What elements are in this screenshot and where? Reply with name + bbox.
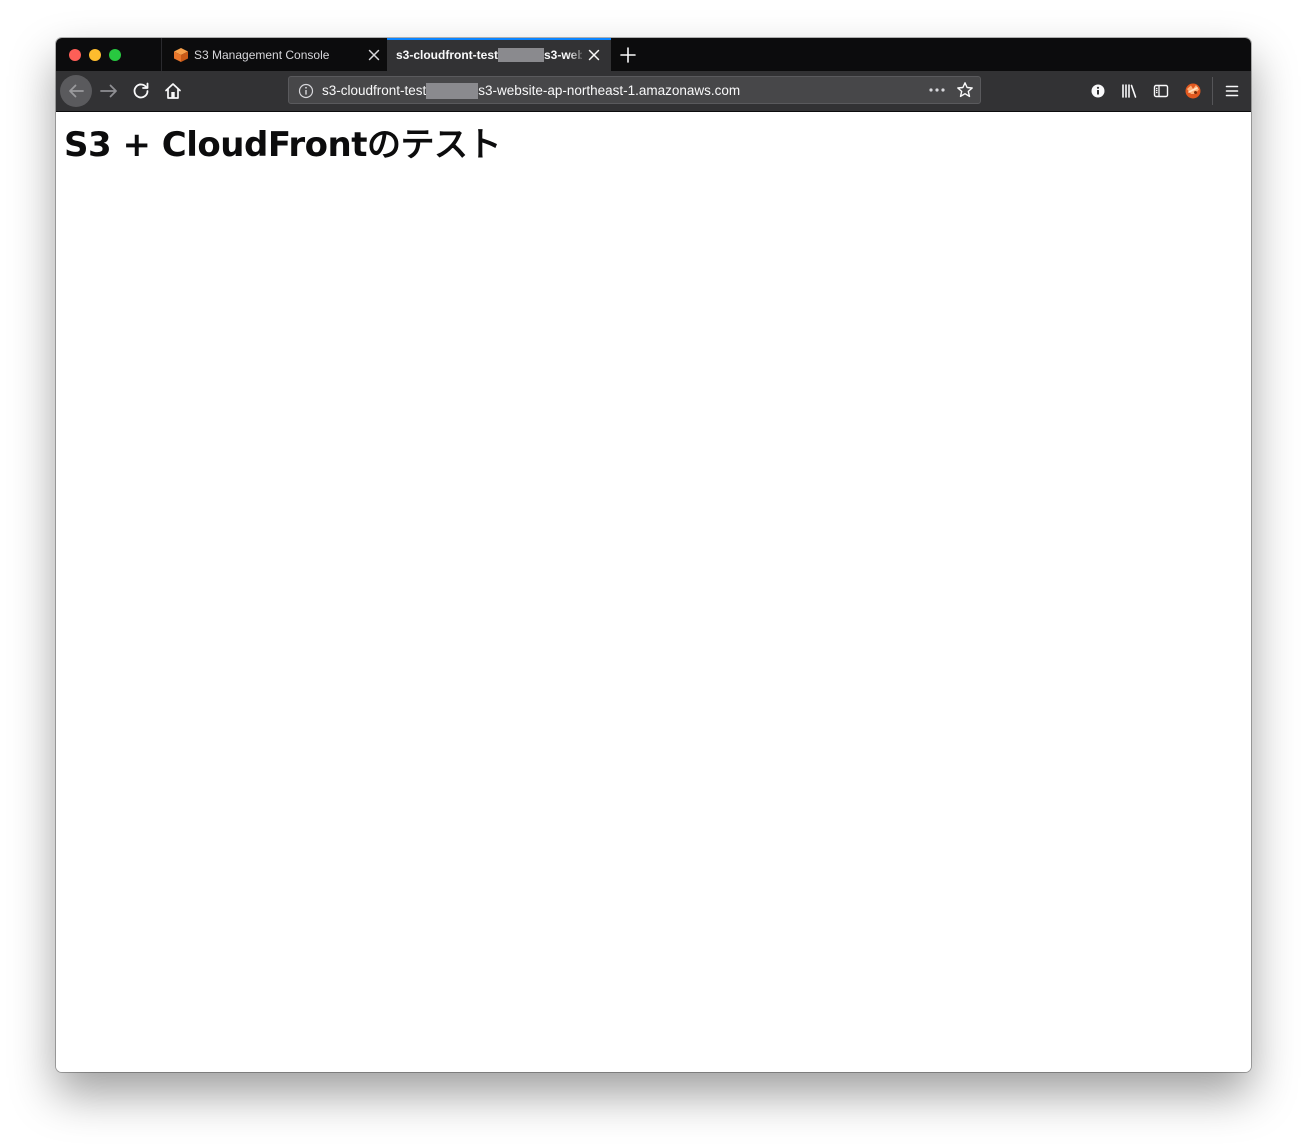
window-zoom-button[interactable] xyxy=(109,49,121,61)
library-button[interactable] xyxy=(1115,77,1143,105)
tab-s3-website[interactable]: s3-cloudfront-test s3-webs xyxy=(387,38,611,71)
new-tab-plus-icon[interactable] xyxy=(618,45,638,65)
page-content: S3 + CloudFrontのテスト xyxy=(56,112,1251,1072)
page-actions-ellipsis-icon[interactable] xyxy=(927,82,947,103)
home-button[interactable] xyxy=(159,77,187,105)
aws-cube-icon xyxy=(173,47,189,63)
browser-window: S3 Management Console s3-cloudfront-test… xyxy=(56,38,1251,1072)
redacted-block xyxy=(426,83,479,99)
window-minimize-button[interactable] xyxy=(89,49,101,61)
address-bar[interactable]: s3-cloudfront-test s3-website-ap-northeas… xyxy=(288,76,981,104)
bookmark-star-icon[interactable] xyxy=(956,81,974,104)
extension-info-button[interactable] xyxy=(1084,77,1112,105)
close-icon[interactable] xyxy=(366,47,382,63)
page-heading: S3 + CloudFrontのテスト xyxy=(64,125,501,165)
fox-extension-icon xyxy=(1185,83,1201,99)
tab-title-start: s3-cloudfront-test xyxy=(396,48,498,62)
back-arrow-icon xyxy=(69,84,84,98)
back-button[interactable] xyxy=(60,75,92,107)
info-badge-icon xyxy=(1091,84,1105,98)
sidebar-icon xyxy=(1153,84,1169,98)
url-start: s3-cloudfront-test xyxy=(322,83,427,98)
navigation-toolbar: s3-cloudfront-test s3-website-ap-northeas… xyxy=(56,71,1251,112)
close-icon[interactable] xyxy=(586,47,602,63)
sidebar-toggle-button[interactable] xyxy=(1147,77,1175,105)
tab-title-end: s3-webs xyxy=(544,48,582,62)
forward-arrow-icon xyxy=(100,84,117,98)
reload-icon xyxy=(133,82,149,99)
tab-strip: S3 Management Console s3-cloudfront-test… xyxy=(56,38,1251,71)
menu-button[interactable] xyxy=(1218,77,1246,105)
extension-button[interactable] xyxy=(1179,77,1207,105)
forward-button[interactable] xyxy=(95,77,123,105)
window-close-button[interactable] xyxy=(69,49,81,61)
tab-s3-management-console[interactable]: S3 Management Console xyxy=(162,38,386,71)
home-icon xyxy=(165,83,181,99)
tab-title: S3 Management Console xyxy=(194,48,330,62)
url-text[interactable]: s3-cloudfront-test s3-website-ap-northeas… xyxy=(322,83,740,99)
toolbar-separator xyxy=(1212,77,1213,105)
redacted-block xyxy=(498,48,544,62)
library-icon xyxy=(1122,84,1137,98)
reload-button[interactable] xyxy=(127,77,155,105)
site-info-icon[interactable] xyxy=(298,83,314,104)
hamburger-menu-icon xyxy=(1225,85,1239,97)
tab-title: s3-cloudfront-test s3-webs xyxy=(396,48,582,62)
url-end: s3-website-ap-northeast-1.amazonaws.com xyxy=(478,83,741,98)
